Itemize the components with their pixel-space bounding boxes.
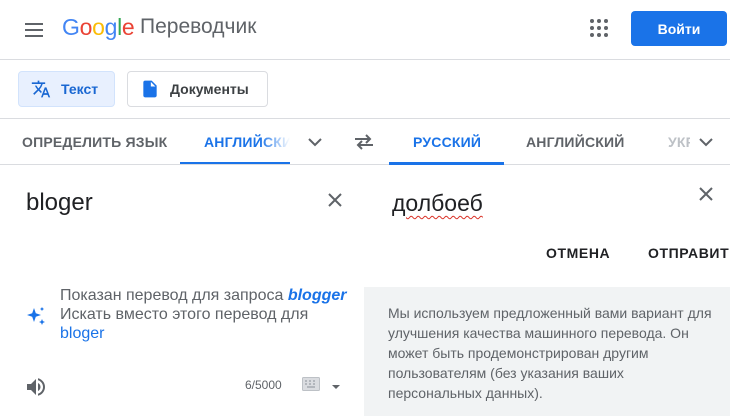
target-panel: долбоеб ОТМЕНА ОТПРАВИТЬ Мы используем п… bbox=[364, 165, 730, 416]
input-tools-caret-down-icon[interactable] bbox=[331, 379, 341, 389]
google-logo[interactable]: Google bbox=[62, 14, 135, 41]
logo-letter: o bbox=[92, 14, 105, 40]
source-lang-detect[interactable]: ОПРЕДЕЛИТЬ ЯЗЫК bbox=[22, 119, 167, 164]
mode-selector: Текст Документы bbox=[0, 61, 730, 118]
logo-letter: g bbox=[104, 14, 118, 40]
app-header: Google Переводчик Войти bbox=[0, 0, 730, 60]
swap-languages-icon[interactable] bbox=[350, 128, 378, 156]
documents-mode-label: Документы bbox=[170, 81, 249, 97]
document-icon bbox=[143, 80, 157, 98]
source-lang-more-chevron-down-icon[interactable] bbox=[303, 130, 327, 154]
character-count: 6/5000 bbox=[245, 378, 282, 392]
submit-button[interactable]: ОТПРАВИТЬ bbox=[648, 245, 730, 261]
text-mode-button[interactable]: Текст bbox=[18, 71, 115, 107]
close-edit-close-icon[interactable] bbox=[694, 182, 718, 206]
login-button[interactable]: Войти bbox=[631, 11, 727, 46]
listen-speaker-icon[interactable] bbox=[24, 375, 48, 399]
logo-letter: G bbox=[62, 14, 80, 40]
logo-letter: e bbox=[121, 14, 135, 40]
showing-translation-notice: Показан перевод для запроса blogger bbox=[60, 287, 347, 305]
target-lang-ukrainian[interactable]: УКРАИНСКИЙ bbox=[668, 119, 690, 164]
source-lang-english[interactable]: АНГЛИЙСКИЙ bbox=[180, 119, 290, 164]
source-text-input[interactable]: bloger bbox=[26, 189, 93, 217]
clear-source-close-icon[interactable] bbox=[323, 188, 347, 212]
search-instead-prefix: Искать вместо этого перевод для bbox=[60, 306, 309, 323]
search-instead-link[interactable]: bloger bbox=[60, 325, 104, 343]
translate-icon bbox=[31, 80, 51, 98]
language-bar: ОПРЕДЕЛИТЬ ЯЗЫК АНГЛИЙСКИЙ РУССКИЙ АНГЛИ… bbox=[0, 118, 730, 165]
keyboard-icon[interactable] bbox=[302, 377, 320, 391]
suggested-query-link[interactable]: blogger bbox=[288, 287, 347, 304]
suggest-edit-area: долбоеб ОТМЕНА ОТПРАВИТЬ bbox=[364, 165, 730, 287]
contribution-notice: Мы используем предложенный вами вариант … bbox=[388, 305, 712, 401]
documents-mode-button[interactable]: Документы bbox=[127, 71, 268, 107]
sparkle-icon bbox=[24, 305, 48, 329]
product-title[interactable]: Переводчик bbox=[140, 15, 256, 39]
source-panel: bloger Показан перевод для запроса blogg… bbox=[0, 165, 364, 416]
logo-letter: o bbox=[79, 14, 93, 40]
edit-translation-input[interactable]: долбоеб bbox=[392, 190, 483, 217]
target-lang-english[interactable]: АНГЛИЙСКИЙ bbox=[526, 119, 625, 164]
showing-translation-prefix: Показан перевод для запроса bbox=[60, 287, 284, 304]
target-lang-russian[interactable]: РУССКИЙ bbox=[389, 119, 504, 165]
text-mode-label: Текст bbox=[61, 81, 99, 97]
hamburger-menu-icon[interactable] bbox=[18, 14, 50, 46]
apps-grid-icon[interactable] bbox=[586, 15, 612, 41]
cancel-button[interactable]: ОТМЕНА bbox=[546, 245, 610, 261]
target-lang-more-chevron-down-icon[interactable] bbox=[694, 130, 718, 154]
